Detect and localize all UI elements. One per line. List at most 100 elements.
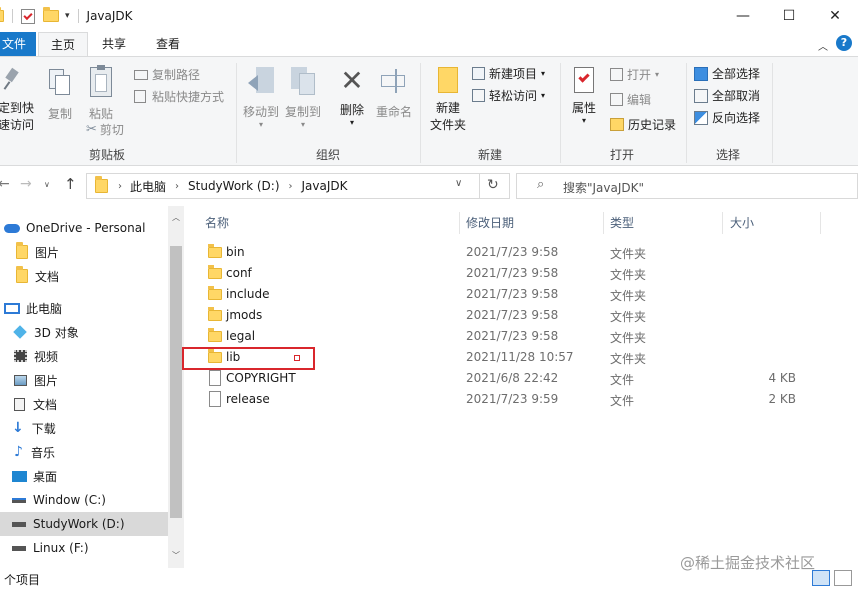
column-header-date[interactable]: 修改日期 [466, 212, 514, 234]
tab-home[interactable]: 主页 [38, 32, 88, 56]
nav-item-this-pc[interactable]: 此电脑 [0, 296, 168, 320]
copy-to-button[interactable]: 复制到 ▾ [284, 67, 322, 129]
nav-scrollbar[interactable]: ︿ ﹀ [168, 206, 184, 568]
table-row[interactable]: legal 2021/7/23 9:58 文件夹 [204, 326, 844, 347]
pin-quick-access-button[interactable]: 定到快 速访问 [0, 67, 34, 133]
scroll-down-icon[interactable]: ﹀ [172, 550, 180, 561]
close-button[interactable]: ✕ [812, 0, 858, 32]
properties-label: 属性 [571, 101, 596, 115]
invert-selection-button[interactable]: 反向选择 [694, 109, 760, 126]
breadcrumb-chevron-icon[interactable]: › [289, 181, 293, 192]
nav-item-documents[interactable]: 文档 [0, 392, 168, 416]
cut-button[interactable]: ✂ 剪切 [86, 121, 124, 138]
column-header-size[interactable]: 大小 [730, 212, 754, 234]
ribbon-separator [772, 63, 773, 163]
address-bar[interactable]: › 此电脑 › StudyWork (D:) › JavaJDK ∨ ↻ [86, 173, 510, 199]
nav-item-3d-objects[interactable]: 3D 对象 [0, 320, 168, 344]
move-to-button[interactable]: 移动到 ▾ [242, 67, 280, 129]
nav-item-drive-d[interactable]: StudyWork (D:) [0, 512, 168, 536]
table-row[interactable]: conf 2021/7/23 9:58 文件夹 [204, 263, 844, 284]
large-icons-view-icon[interactable] [834, 570, 852, 586]
table-row[interactable]: bin 2021/7/23 9:58 文件夹 [204, 242, 844, 263]
nav-item-onedrive-documents[interactable]: 文档 [0, 264, 168, 288]
select-all-button[interactable]: 全部选择 [694, 65, 760, 82]
file-name: conf [226, 266, 252, 280]
edit-icon [610, 93, 623, 106]
nav-item-music[interactable]: ♪ 音乐 [0, 440, 168, 464]
nav-item-downloads[interactable]: ↓ 下载 [0, 416, 168, 440]
tab-share[interactable]: 共享 [96, 32, 132, 56]
table-row[interactable]: include 2021/7/23 9:58 文件夹 [204, 284, 844, 305]
table-row[interactable]: release 2021/7/23 9:59 文件 2 KB [204, 389, 844, 410]
select-all-label: 全部选择 [712, 67, 761, 81]
up-arrow-icon[interactable]: ↑ [64, 175, 77, 193]
paste-button[interactable]: 粘贴 [86, 65, 116, 122]
search-box[interactable]: ⌕ 搜索"JavaJDK" [516, 173, 858, 199]
maximize-button[interactable]: ☐ [766, 0, 812, 32]
rename-button[interactable]: 重命名 [374, 67, 414, 120]
nav-item-drive-f[interactable]: Linux (F:) [0, 536, 168, 560]
copy-path-button[interactable]: 复制路径 [134, 66, 200, 83]
nav-item-label: OneDrive - Personal [26, 221, 146, 235]
breadcrumb-chevron-icon[interactable]: › [175, 181, 179, 192]
table-row[interactable]: jmods 2021/7/23 9:58 文件夹 [204, 305, 844, 326]
paste-shortcut-label: 粘贴快捷方式 [152, 90, 225, 104]
nav-item-onedrive[interactable]: OneDrive - Personal [0, 216, 168, 240]
breadcrumb-drive[interactable]: StudyWork (D:) [188, 179, 280, 193]
scroll-up-icon[interactable]: ︿ [172, 212, 180, 223]
open-button[interactable]: 打开 ▾ [610, 66, 659, 83]
select-none-button[interactable]: 全部取消 [694, 87, 760, 104]
new-folder-icon [438, 67, 458, 93]
nav-item-onedrive-pictures[interactable]: 图片 [0, 240, 168, 264]
breadcrumb-chevron-icon[interactable]: › [118, 181, 122, 192]
forward-arrow-icon[interactable]: → [20, 176, 32, 192]
new-folder-icon[interactable] [43, 7, 59, 22]
details-view-icon[interactable] [812, 570, 830, 586]
breadcrumb-this-pc[interactable]: 此电脑 [130, 178, 166, 195]
history-button[interactable]: 历史记录 [610, 116, 676, 133]
nav-item-drive-c[interactable]: Window (C:) [0, 488, 168, 512]
refresh-icon[interactable]: ↻ [487, 177, 499, 193]
tab-file[interactable]: 文件 [0, 32, 36, 56]
new-folder-label: 新建 [435, 101, 460, 115]
ribbon-separator [420, 63, 421, 163]
column-header-type[interactable]: 类型 [610, 212, 634, 234]
properties-check-icon[interactable] [21, 8, 35, 24]
table-row[interactable]: COPYRIGHT 2021/6/8 22:42 文件 4 KB [204, 368, 844, 389]
help-icon[interactable]: ? [836, 35, 852, 51]
new-item-button[interactable]: 新建项目 ▾ [472, 65, 545, 82]
history-label: 历史记录 [628, 118, 677, 132]
select-group-label: 选择 [715, 148, 740, 162]
file-name: include [226, 287, 270, 301]
copy-button[interactable]: 复制 [46, 69, 74, 122]
easy-access-button[interactable]: 轻松访问 ▾ [472, 87, 545, 104]
address-dropdown-icon[interactable]: ∨ [455, 178, 462, 189]
collapse-ribbon-icon[interactable]: ︿ [818, 38, 828, 53]
folder-icon [95, 176, 108, 193]
delete-button[interactable]: ✕ 删除 ▾ [336, 65, 368, 128]
paste-shortcut-button[interactable]: 粘贴快捷方式 [134, 88, 224, 105]
nav-item-label: Window (C:) [33, 493, 106, 507]
new-item-icon [472, 67, 485, 80]
column-header-name[interactable]: 名称 [205, 212, 229, 234]
nav-item-label: StudyWork (D:) [33, 517, 125, 531]
new-folder-button[interactable]: 新建 文件夹 [428, 67, 468, 133]
delete-label: 删除 [339, 103, 364, 117]
back-arrow-icon[interactable]: ← [0, 176, 10, 192]
breadcrumb-current-folder[interactable]: JavaJDK [302, 179, 348, 193]
edit-button[interactable]: 编辑 [610, 91, 651, 108]
nav-item-videos[interactable]: 视频 [0, 344, 168, 368]
organize-group-label: 组织 [315, 148, 340, 162]
quick-access-toolbar: ▾ JavaJDK [0, 7, 133, 25]
nav-item-pictures[interactable]: 图片 [0, 368, 168, 392]
nav-item-label: 文档 [33, 397, 58, 412]
scrollbar-thumb[interactable] [170, 246, 182, 518]
tab-view[interactable]: 查看 [150, 32, 186, 56]
recent-locations-chevron-icon[interactable]: ∨ [44, 180, 50, 189]
customize-dropdown-icon[interactable]: ▾ [65, 11, 70, 21]
folder-icon[interactable] [0, 7, 4, 22]
nav-item-desktop[interactable]: 桌面 [0, 464, 168, 488]
properties-button[interactable]: 属性 ▾ [566, 67, 602, 125]
minimize-button[interactable]: — [720, 0, 766, 32]
cut-label: 剪切 [99, 123, 124, 137]
